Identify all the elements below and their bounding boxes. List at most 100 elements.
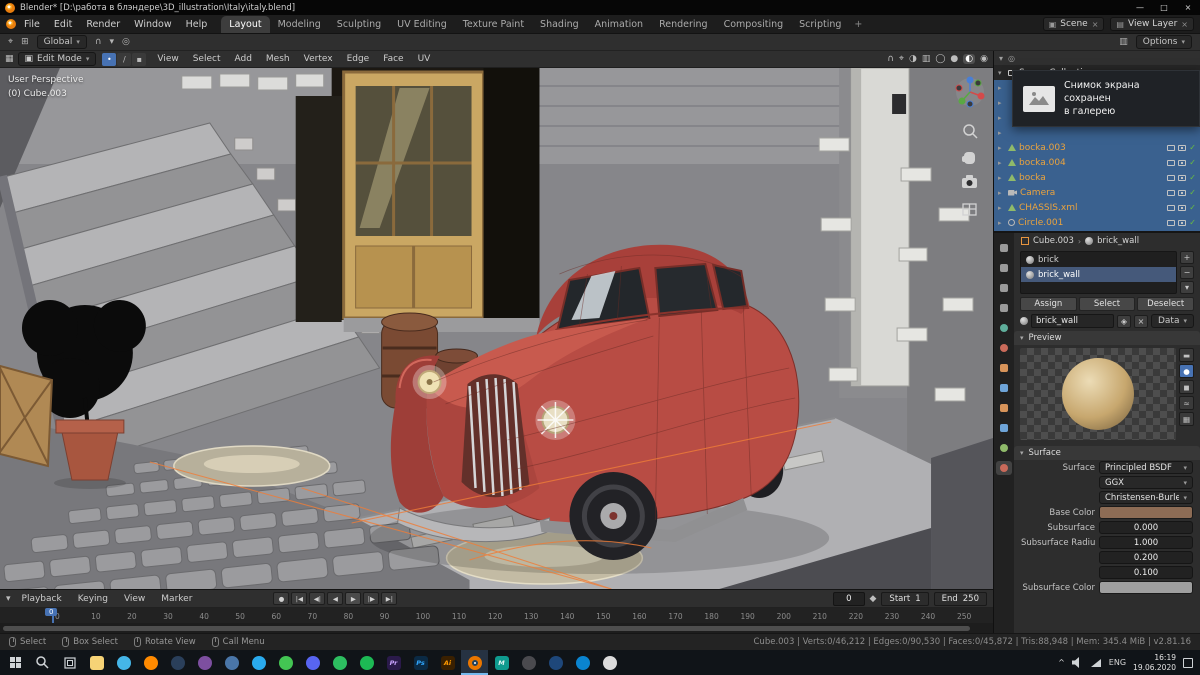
menu-file[interactable]: File xyxy=(18,17,46,32)
outliner-row[interactable]: ▸ Camera ✓ xyxy=(994,185,1200,200)
playhead[interactable]: 0 xyxy=(45,608,58,623)
menu-face[interactable]: Face xyxy=(378,52,408,66)
vertex-select-button[interactable]: • xyxy=(102,52,117,66)
expand-icon[interactable]: ▸ xyxy=(998,99,1005,107)
face-select-button[interactable]: ▪ xyxy=(132,52,147,66)
taskbar-app-viber[interactable] xyxy=(191,650,218,675)
menu-render[interactable]: Render xyxy=(80,17,126,32)
view-layer-selector[interactable]: ▤ View Layer × xyxy=(1110,17,1194,31)
snap-magnet-icon[interactable]: ∩ xyxy=(95,37,102,47)
sss-method-dropdown[interactable]: Christensen-Burley ▾ xyxy=(1099,491,1193,504)
speaker-icon[interactable] xyxy=(1071,657,1083,668)
outliner-row[interactable]: ▸ bocka.004 ✓ xyxy=(994,155,1200,170)
surface-section-header[interactable]: ▾ Surface xyxy=(1014,446,1200,460)
jump-to-start-button[interactable]: |◀ xyxy=(291,592,308,605)
layer-check-icon[interactable]: ✓ xyxy=(1189,188,1196,197)
taskbar-app-premiere[interactable]: Pr xyxy=(380,650,407,675)
taskbar-app-maya[interactable]: M xyxy=(488,650,515,675)
tab-tool[interactable] xyxy=(996,241,1012,255)
navigation-gizmo[interactable] xyxy=(955,76,985,108)
layer-check-icon[interactable]: ✓ xyxy=(1189,203,1196,212)
menu-window[interactable]: Window xyxy=(128,17,177,32)
tab-scene[interactable] xyxy=(996,321,1012,335)
outliner-row[interactable]: ▸ Circle.001 ✓ xyxy=(994,215,1200,230)
viewport-visibility-icon[interactable] xyxy=(1167,159,1176,166)
tab-animation[interactable]: Animation xyxy=(587,16,651,33)
view-layer-unlink-icon[interactable]: × xyxy=(1181,20,1188,29)
blender-menu-icon[interactable] xyxy=(6,19,16,29)
expand-icon[interactable]: ▸ xyxy=(998,159,1005,167)
layer-check-icon[interactable]: ✓ xyxy=(1189,173,1196,182)
menu-add[interactable]: Add xyxy=(229,52,256,66)
xray-toggle-icon[interactable]: ▥ xyxy=(922,54,931,64)
language-indicator[interactable]: ENG xyxy=(1109,658,1126,667)
perspective-toggle-icon[interactable] xyxy=(962,203,977,216)
task-view-button[interactable] xyxy=(56,650,83,675)
outliner-row[interactable]: ▸ CHASSIS.xml ✓ xyxy=(994,200,1200,215)
mode-dropdown[interactable]: ▣ Edit Mode ▾ xyxy=(17,52,97,66)
render-visibility-icon[interactable] xyxy=(1178,174,1187,181)
play-reverse-button[interactable]: ◀ xyxy=(327,592,344,605)
next-keyframe-button[interactable]: |▶ xyxy=(363,592,380,605)
render-visibility-icon[interactable] xyxy=(1178,204,1187,211)
viewport-visibility-icon[interactable] xyxy=(1167,189,1176,196)
taskbar-app-spotify[interactable] xyxy=(353,650,380,675)
select-button[interactable]: Select xyxy=(1078,297,1136,311)
expand-icon[interactable]: ▸ xyxy=(998,144,1005,152)
tool-grid-icon[interactable]: ⊞ xyxy=(21,37,29,47)
shading-wireframe-icon[interactable]: ◯ xyxy=(935,54,945,64)
preview-checker-button[interactable]: ▦ xyxy=(1179,412,1194,426)
render-visibility-icon[interactable] xyxy=(1178,144,1187,151)
snap-dropdown-icon[interactable]: ▾ xyxy=(109,37,114,47)
tab-view-layer[interactable] xyxy=(996,301,1012,315)
auto-key-button[interactable]: ● xyxy=(273,592,290,605)
tab-particles[interactable] xyxy=(996,401,1012,415)
taskbar-app-chrome[interactable] xyxy=(596,650,623,675)
deselect-button[interactable]: Deselect xyxy=(1137,297,1195,311)
surface-shader-dropdown[interactable]: Principled BSDF ▾ xyxy=(1099,461,1193,474)
shading-material-icon[interactable]: ◐ xyxy=(963,54,976,64)
tab-modifiers[interactable] xyxy=(996,381,1012,395)
play-button[interactable]: ▶ xyxy=(345,592,362,605)
timeline-scrollbar[interactable] xyxy=(0,623,993,633)
menu-mesh[interactable]: Mesh xyxy=(261,52,295,66)
gizmo-toggle-icon[interactable]: ⌖ xyxy=(899,54,904,64)
menu-vertex[interactable]: Vertex xyxy=(299,52,338,66)
tab-object-data[interactable] xyxy=(996,441,1012,455)
render-visibility-icon[interactable] xyxy=(1178,159,1187,166)
breadcrumb-material[interactable]: brick_wall xyxy=(1097,236,1139,246)
tab-shading[interactable]: Shading xyxy=(532,16,587,33)
menu-timeline-view[interactable]: View xyxy=(119,592,150,606)
outliner-row[interactable]: ▸ bocka ✓ xyxy=(994,170,1200,185)
view-object-types-icon[interactable]: ▥ xyxy=(1119,37,1128,47)
scene-unlink-icon[interactable]: × xyxy=(1092,20,1099,29)
expand-icon[interactable]: ▸ xyxy=(998,189,1005,197)
snap-icon[interactable]: ∩ xyxy=(887,54,894,64)
layer-check-icon[interactable]: ✓ xyxy=(1189,143,1196,152)
active-tool-icon[interactable]: ⌖ xyxy=(8,37,13,47)
preview-sphere-button[interactable]: ● xyxy=(1179,364,1194,378)
tray-chevron-icon[interactable]: ^ xyxy=(1058,658,1065,667)
taskbar-app-vk[interactable] xyxy=(218,650,245,675)
viewport-visibility-icon[interactable] xyxy=(1167,174,1176,181)
taskbar-app-unity[interactable] xyxy=(515,650,542,675)
expand-icon[interactable]: ▸ xyxy=(998,219,1005,227)
slot-specials-button[interactable]: ▾ xyxy=(1180,281,1194,294)
tab-scripting[interactable]: Scripting xyxy=(791,16,849,33)
scene-selector[interactable]: ▣ Scene × xyxy=(1042,17,1105,31)
material-slot[interactable]: brick xyxy=(1021,252,1176,267)
camera-view-icon[interactable] xyxy=(962,175,977,188)
jump-to-end-button[interactable]: ▶| xyxy=(381,592,398,605)
breadcrumb-object[interactable]: Cube.003 xyxy=(1033,236,1074,246)
editor-type-icon[interactable]: ▦ xyxy=(5,54,14,64)
expand-icon[interactable]: ▸ xyxy=(998,204,1005,212)
options-dropdown[interactable]: Options ▾ xyxy=(1135,35,1192,49)
start-button[interactable] xyxy=(2,650,29,675)
screenshot-notification[interactable]: Снимок экрана сохранен в галерею xyxy=(1012,70,1200,127)
taskbar-app-firefox[interactable] xyxy=(137,650,164,675)
base-color-swatch[interactable] xyxy=(1099,506,1193,519)
expand-icon[interactable]: ▸ xyxy=(998,129,1005,137)
tab-object[interactable] xyxy=(996,361,1012,375)
remove-slot-button[interactable]: − xyxy=(1180,266,1194,279)
render-visibility-icon[interactable] xyxy=(1178,189,1187,196)
